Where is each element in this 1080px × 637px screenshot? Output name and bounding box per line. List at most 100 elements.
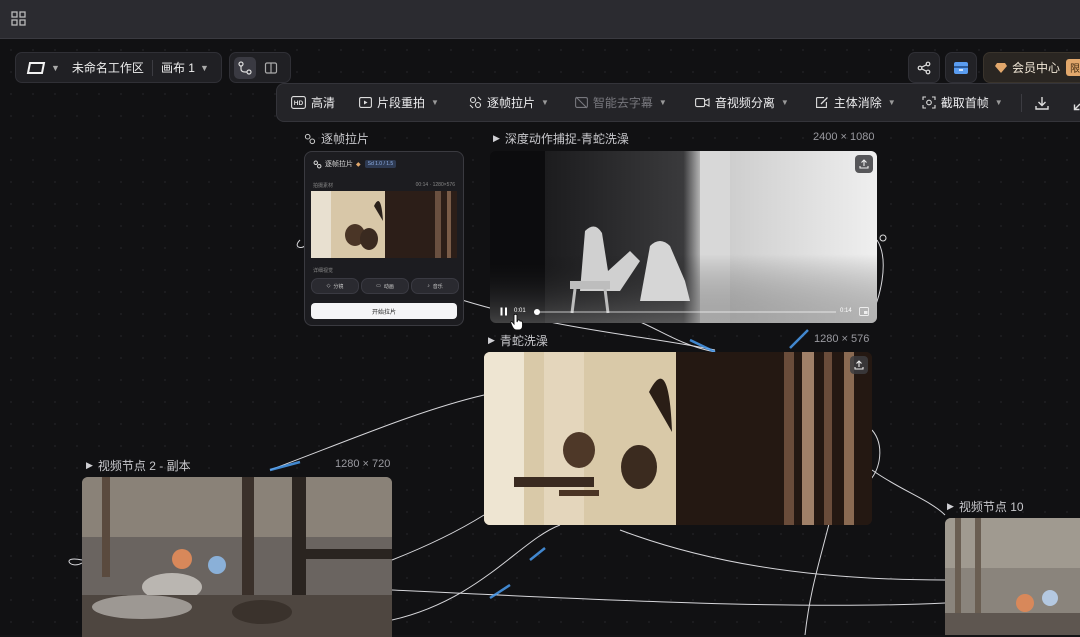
hd-button[interactable]: HD 高清 xyxy=(291,84,335,121)
play-icon: ▶ xyxy=(488,335,495,345)
upload-icon xyxy=(854,360,864,370)
export-button[interactable] xyxy=(850,356,868,374)
start-frame-split-button[interactable]: 开始拉片 xyxy=(311,303,457,319)
frame-icon xyxy=(304,133,316,144)
hand-cursor-icon xyxy=(510,313,523,331)
subtitle-remove-label: 智能去字幕 xyxy=(592,96,653,110)
fullscreen-button[interactable] xyxy=(1073,84,1080,121)
node-title-frame-panel[interactable]: 逐帧拉片 xyxy=(304,130,369,147)
upload-icon xyxy=(859,159,869,169)
svg-text:HD: HD xyxy=(294,100,304,107)
chip-storyboard[interactable]: ◇ 分镜 xyxy=(311,278,359,294)
panel-view-button[interactable] xyxy=(260,57,282,79)
depth-video-preview[interactable] xyxy=(490,151,877,323)
view-toggle xyxy=(229,52,291,83)
panel-header-text: 逐帧拉片 xyxy=(325,161,353,168)
hd-label: 高清 xyxy=(311,96,336,110)
layout-icon xyxy=(264,61,278,74)
section-label: 详细视觉 xyxy=(313,268,334,274)
frame-icon xyxy=(313,160,322,168)
play-icon: ▶ xyxy=(493,133,500,143)
clip-meta: 00:14 · 1280×576 xyxy=(415,182,455,188)
chevron-down-icon[interactable]: ▼ xyxy=(51,63,60,73)
chevron-down-icon[interactable]: ▼ xyxy=(200,63,209,73)
chevron-down-icon: ▼ xyxy=(780,98,789,107)
chevron-down-icon: ▼ xyxy=(887,98,896,107)
workspace-name[interactable]: 未命名工作区 xyxy=(72,59,144,76)
video-10-frame xyxy=(945,518,1080,635)
clip-retake-button[interactable]: 片段重拍 ▼ xyxy=(359,84,439,121)
node-title-video-10[interactable]: ▶ 视频节点 10 xyxy=(947,498,1024,515)
chevron-down-icon: ▼ xyxy=(540,98,549,107)
share-button[interactable] xyxy=(908,52,940,83)
hd-icon: HD xyxy=(291,96,306,109)
chevron-down-icon: ▼ xyxy=(431,98,439,107)
capture-frame-button[interactable]: 截取首帧 ▼ xyxy=(922,84,1003,121)
top-bar xyxy=(0,0,1080,39)
clip-thumbnail[interactable] xyxy=(311,191,457,258)
section-label: 拍摄素材 xyxy=(313,183,334,189)
chip-music[interactable]: ♪ 音乐 xyxy=(411,278,459,294)
depth-video-frame xyxy=(490,151,877,323)
pip-icon[interactable] xyxy=(859,307,869,316)
av-split-label: 音视频分离 xyxy=(714,96,775,110)
workflow-icon xyxy=(238,60,252,75)
erase-icon xyxy=(815,97,828,108)
subtitle-remove-button[interactable]: 智能去字幕 ▼ xyxy=(574,84,667,121)
video-2-copy-preview[interactable] xyxy=(82,477,392,637)
node-title-qingshe[interactable]: ▶ 青蛇洗澡 xyxy=(488,332,548,349)
workflow-view-button[interactable] xyxy=(234,56,256,79)
frame-split-panel[interactable]: 逐帧拉片 ◆ Sd 1.0 / 1.5 拍摄素材 00:14 · 1280×57… xyxy=(304,151,464,326)
node-dimensions: 1280 × 576 xyxy=(814,333,870,345)
divider xyxy=(1020,93,1022,112)
subject-erase-button[interactable]: 主体消除 ▼ xyxy=(815,84,896,121)
panel-header: 逐帧拉片 ◆ Sd 1.0 / 1.5 xyxy=(313,159,397,169)
chip-icon: ◇ xyxy=(326,283,331,289)
member-center-button[interactable]: 会员中心 限时 xyxy=(983,52,1080,83)
node-title-video-2-copy[interactable]: ▶ 视频节点 2 - 副本 xyxy=(86,457,191,474)
share-icon xyxy=(917,61,931,74)
promo-tag: 限时 xyxy=(1066,59,1080,76)
clip-retake-label: 片段重拍 xyxy=(377,96,426,110)
pause-icon[interactable] xyxy=(500,307,508,316)
capture-icon xyxy=(922,96,936,109)
node-dimensions: 1280 × 720 xyxy=(335,458,391,470)
chip-label: 分镜 xyxy=(333,283,344,290)
divider xyxy=(151,59,153,76)
node-title-text: 视频节点 2 - 副本 xyxy=(97,459,191,473)
export-button[interactable] xyxy=(855,155,873,173)
member-label: 会员中心 xyxy=(1012,61,1061,75)
qingshe-video-frame xyxy=(484,352,872,525)
apps-grid-icon[interactable] xyxy=(11,11,27,27)
duration-time: 0:14 xyxy=(840,308,852,314)
progress-thumb[interactable] xyxy=(534,309,540,315)
video-10-preview[interactable] xyxy=(945,518,1080,635)
node-title-text: 逐帧拉片 xyxy=(321,132,370,146)
play-icon: ▶ xyxy=(947,501,954,511)
model-badge: Sd 1.0 / 1.5 xyxy=(364,160,397,168)
node-title-text: 青蛇洗澡 xyxy=(499,334,548,348)
chip-label: 音乐 xyxy=(432,283,443,290)
node-toolbar: HD 高清 片段重拍 ▼ 逐帧拉片 ▼ 智能去字幕 ▼ 音视频分离 ▼ 主体消除… xyxy=(276,83,1080,122)
chip-icon: ♪ xyxy=(427,283,430,289)
clip-retake-icon xyxy=(359,97,372,108)
asset-box-button[interactable] xyxy=(945,52,977,83)
qingshe-video-preview[interactable] xyxy=(484,352,872,525)
video-2-frame xyxy=(82,477,392,637)
expand-icon xyxy=(1073,103,1080,110)
download-button[interactable] xyxy=(1034,84,1055,121)
diamond-icon xyxy=(995,62,1007,73)
chip-label: 动画 xyxy=(383,283,394,290)
frame-split-button[interactable]: 逐帧拉片 ▼ xyxy=(469,84,549,121)
av-split-icon xyxy=(694,98,710,108)
workspace-switcher[interactable]: ▼ 未命名工作区 画布 1 ▼ xyxy=(15,52,222,83)
progress-track[interactable] xyxy=(534,311,836,313)
av-split-button[interactable]: 音视频分离 ▼ xyxy=(694,84,789,121)
frame-split-label: 逐帧拉片 xyxy=(486,96,535,110)
chip-animation[interactable]: ▭ 动画 xyxy=(361,278,409,294)
canvas-name[interactable]: 画布 1 xyxy=(161,59,195,76)
capture-frame-label: 截取首帧 xyxy=(940,96,989,110)
subtitle-remove-icon xyxy=(574,96,588,109)
download-icon xyxy=(1034,96,1049,110)
node-title-depth[interactable]: ▶ 深度动作捕捉-青蛇洗澡 xyxy=(493,130,629,147)
